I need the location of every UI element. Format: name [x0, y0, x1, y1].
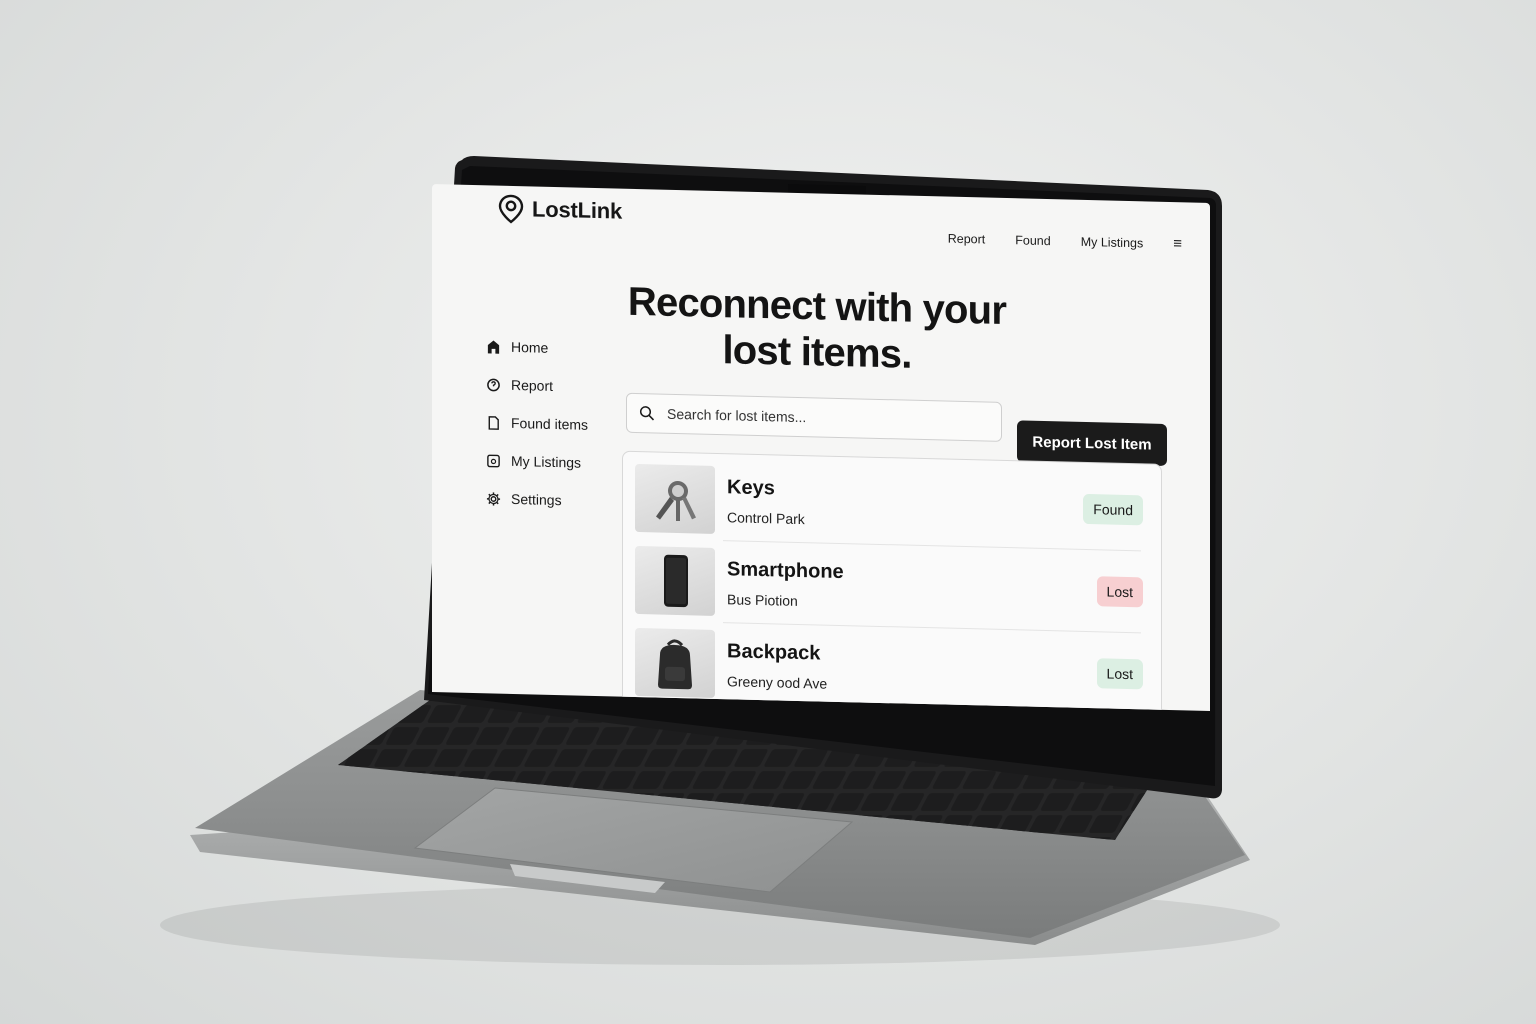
document-icon	[488, 415, 499, 430]
backpack-image	[635, 627, 715, 698]
app-logo[interactable]: LostLink	[498, 194, 622, 227]
search-bar[interactable]	[626, 392, 1002, 442]
listing-title: Keys	[727, 475, 775, 499]
listing-title: Smartphone	[727, 557, 844, 583]
status-badge: Lost	[1096, 576, 1143, 608]
listing-row[interactable]: Smartphone Bus Piotion Lost	[635, 542, 1151, 631]
listings-icon	[487, 454, 500, 467]
sidebar-item-found-items[interactable]: Found items	[486, 403, 626, 444]
top-navigation: Report Found My Listings ≡	[948, 231, 1182, 252]
gear-icon	[486, 491, 501, 506]
status-badge: Found	[1083, 493, 1143, 526]
topnav-report-link[interactable]: Report	[948, 231, 986, 246]
listing-title: Backpack	[727, 639, 821, 664]
report-icon	[487, 378, 500, 391]
keys-image	[635, 463, 715, 534]
sidebar: Home Report Found items My Listings Sett…	[486, 327, 626, 520]
listing-row[interactable]: Keys Control Park Found	[635, 460, 1151, 549]
sidebar-item-label: Home	[511, 338, 549, 356]
smartphone-image	[635, 545, 715, 616]
hero-line-2: lost items.	[722, 328, 912, 377]
sidebar-item-my-listings[interactable]: My Listings	[486, 441, 626, 482]
sidebar-item-label: Report	[511, 376, 554, 394]
app-screen: LostLink Report Found My Listings ≡ Home…	[432, 184, 1210, 712]
report-lost-item-button[interactable]: Report Lost Item	[1017, 420, 1167, 466]
sidebar-item-settings[interactable]: Settings	[486, 479, 626, 520]
hamburger-menu-icon[interactable]: ≡	[1173, 235, 1182, 252]
search-input[interactable]	[665, 404, 969, 431]
app-name: LostLink	[532, 196, 623, 224]
sidebar-item-home[interactable]: Home	[486, 327, 626, 368]
listing-row[interactable]: Backpack Greeny ood Ave Lost	[635, 624, 1151, 711]
listing-location: Greeny ood Ave	[727, 672, 828, 692]
status-badge: Lost	[1096, 658, 1143, 690]
sidebar-item-label: Found items	[511, 414, 589, 433]
search-icon	[639, 406, 655, 421]
sidebar-item-report[interactable]: Report	[486, 365, 626, 406]
topnav-found-link[interactable]: Found	[1015, 233, 1050, 248]
sidebar-item-label: My Listings	[511, 452, 582, 471]
hero-line-1: Reconnect with your	[627, 279, 1007, 334]
home-icon	[487, 339, 500, 354]
hero-heading: Reconnect with your lost items.	[622, 279, 1012, 381]
listing-location: Control Park	[727, 508, 805, 527]
listings-panel: Keys Control Park Found Smartphone Bus P…	[622, 450, 1162, 712]
location-pin-logo-icon	[498, 194, 524, 224]
topnav-my-listings-link[interactable]: My Listings	[1081, 234, 1144, 250]
listing-location: Bus Piotion	[727, 590, 798, 609]
sidebar-item-label: Settings	[511, 490, 562, 509]
product-scene: LostLink Report Found My Listings ≡ Home…	[0, 0, 1536, 1024]
